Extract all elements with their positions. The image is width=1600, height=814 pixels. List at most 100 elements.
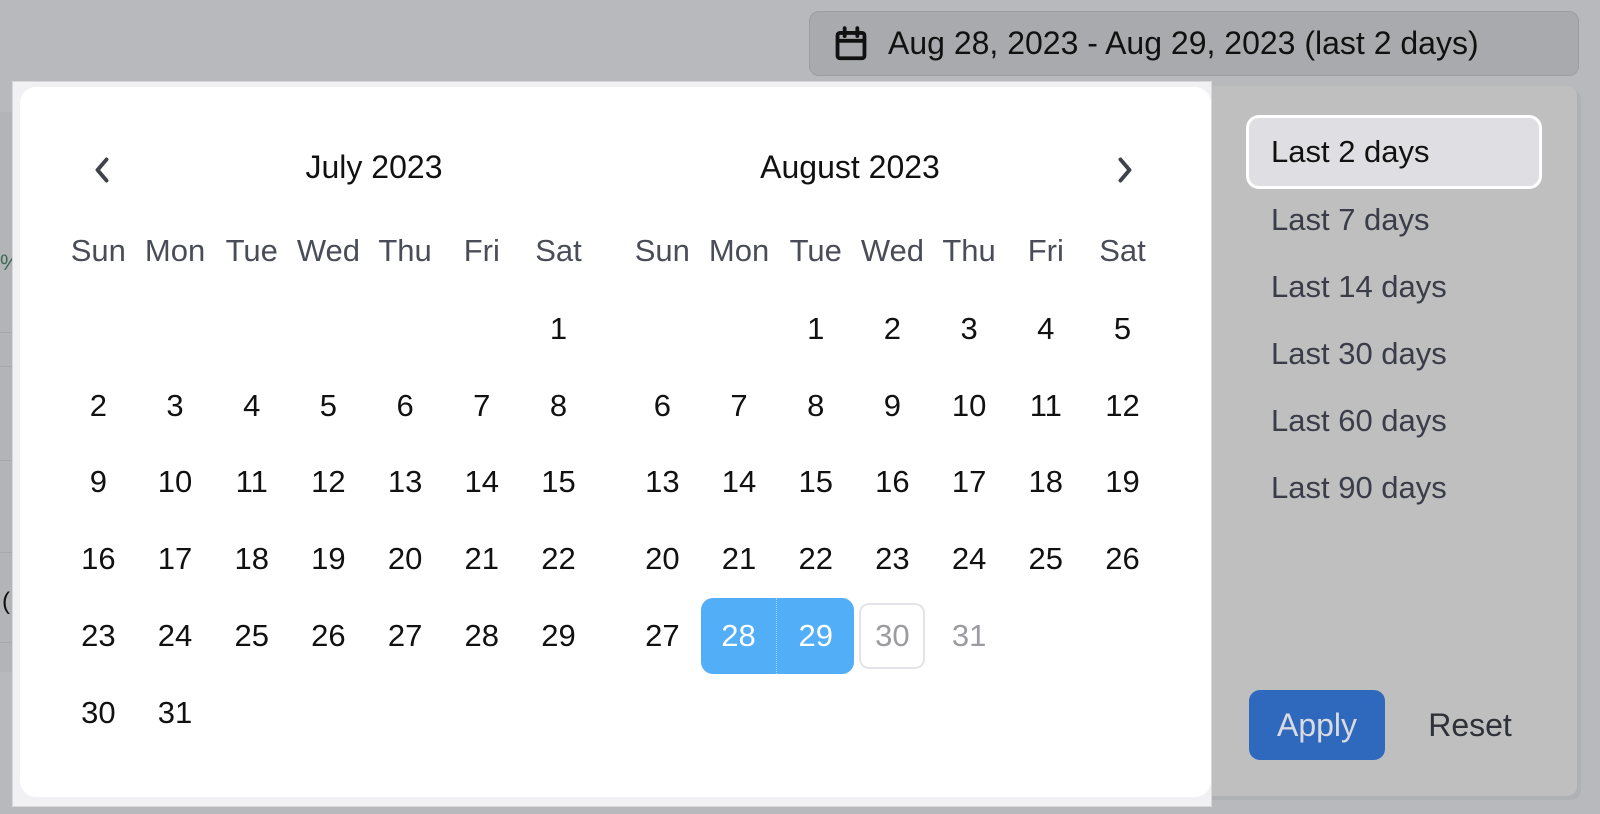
day-cell[interactable]: 1 <box>520 291 597 367</box>
day-cell[interactable]: 14 <box>443 444 520 520</box>
day-cell[interactable]: 2 <box>60 368 137 444</box>
day-cell[interactable]: 23 <box>854 521 931 597</box>
day-cell[interactable]: 6 <box>624 368 701 444</box>
day-cell[interactable]: 4 <box>213 368 290 444</box>
day-cell[interactable]: 1 <box>777 291 854 367</box>
day-cell[interactable]: 14 <box>701 444 778 520</box>
day-number: 1 <box>549 311 568 346</box>
preset-last-90-days[interactable]: Last 90 days <box>1249 454 1539 522</box>
weekday-sat: Sat <box>1099 233 1146 268</box>
weekday-sun: Sun <box>70 233 126 268</box>
apply-button[interactable]: Apply <box>1249 690 1385 760</box>
day-cell[interactable]: 15 <box>777 444 854 520</box>
day-number: 23 <box>81 617 116 653</box>
weekday-sat: Sat <box>535 233 582 268</box>
day-cell[interactable]: 3 <box>931 291 1008 367</box>
day-cell[interactable]: 31 <box>137 675 214 751</box>
day-number: 18 <box>1028 464 1064 500</box>
day-number: 17 <box>951 464 987 500</box>
weekday-fri: Fri <box>463 233 500 268</box>
day-cell[interactable]: 25 <box>1007 521 1084 597</box>
preset-label: Last 7 days <box>1271 202 1430 237</box>
reset-button[interactable]: Reset <box>1410 690 1530 760</box>
preset-label: Last 2 days <box>1271 134 1430 169</box>
day-cell[interactable]: 24 <box>137 598 214 674</box>
day-cell[interactable]: 11 <box>213 444 290 520</box>
empty-day-cell <box>290 675 367 751</box>
day-cell[interactable]: 8 <box>777 368 854 444</box>
preset-last-7-days[interactable]: Last 7 days <box>1249 186 1539 254</box>
day-cell[interactable]: 7 <box>701 368 778 444</box>
day-cell[interactable]: 17 <box>931 444 1008 520</box>
day-cell[interactable]: 20 <box>624 521 701 597</box>
day-cell[interactable]: 22 <box>777 521 854 597</box>
day-cell[interactable]: 30 <box>60 675 137 751</box>
day-cell[interactable]: 27 <box>367 598 444 674</box>
day-number: 15 <box>541 464 576 500</box>
day-number: 23 <box>875 541 910 577</box>
day-cell[interactable]: 16 <box>854 444 931 520</box>
day-cell[interactable]: 10 <box>931 368 1008 444</box>
day-cell[interactable]: 15 <box>520 444 597 520</box>
day-cell[interactable]: 11 <box>1007 368 1084 444</box>
day-cell[interactable]: 6 <box>367 368 444 444</box>
preset-last-30-days[interactable]: Last 30 days <box>1249 320 1539 388</box>
day-cell[interactable]: 8 <box>520 368 597 444</box>
day-cell[interactable]: 16 <box>60 521 137 597</box>
weekday-sun: Sun <box>634 233 690 268</box>
day-cell-selected[interactable]: 28 <box>700 597 778 674</box>
empty-day-cell <box>290 291 367 367</box>
day-number: 27 <box>387 617 423 653</box>
day-cell[interactable]: 26 <box>290 598 367 674</box>
weekday-wed: Wed <box>296 233 360 268</box>
day-cell[interactable]: 29 <box>520 598 597 674</box>
weekday-wed: Wed <box>860 233 924 268</box>
day-cell[interactable]: 4 <box>1007 291 1084 367</box>
day-cell[interactable]: 10 <box>137 444 214 520</box>
day-cell[interactable]: 21 <box>443 521 520 597</box>
preset-last-14-days[interactable]: Last 14 days <box>1249 253 1539 321</box>
day-cell[interactable]: 21 <box>701 521 778 597</box>
date-range-label: Aug 28, 2023 - Aug 29, 2023 (last 2 days… <box>888 25 1479 61</box>
day-cell[interactable]: 7 <box>443 368 520 444</box>
day-cell[interactable]: 23 <box>60 598 137 674</box>
day-cell[interactable]: 18 <box>213 521 290 597</box>
month-title-august: August 2023 <box>760 149 940 185</box>
empty-day-cell <box>443 675 520 751</box>
day-cell[interactable]: 27 <box>624 598 701 674</box>
date-range-trigger[interactable]: Aug 28, 2023 - Aug 29, 2023 (last 2 days… <box>809 11 1579 76</box>
day-cell[interactable]: 12 <box>290 444 367 520</box>
day-cell[interactable]: 2 <box>854 291 931 367</box>
day-cell[interactable]: 24 <box>931 521 1008 597</box>
empty-day-cell <box>1084 598 1161 674</box>
day-number: 14 <box>464 464 500 500</box>
day-cell[interactable]: 20 <box>367 521 444 597</box>
day-cell[interactable]: 19 <box>1084 444 1161 520</box>
day-cell[interactable]: 12 <box>1084 368 1161 444</box>
preset-last-2-days[interactable]: Last 2 days <box>1249 118 1539 186</box>
day-cell[interactable]: 3 <box>137 368 214 444</box>
day-cell[interactable]: 9 <box>60 444 137 520</box>
day-number: 2 <box>883 311 902 346</box>
day-cell[interactable]: 5 <box>1084 291 1161 367</box>
day-cell[interactable]: 25 <box>213 598 290 674</box>
empty-day-cell <box>367 291 444 367</box>
preset-last-60-days[interactable]: Last 60 days <box>1249 387 1539 455</box>
day-cell[interactable]: 5 <box>290 368 367 444</box>
day-cell[interactable]: 22 <box>520 521 597 597</box>
day-cell[interactable]: 18 <box>1007 444 1084 520</box>
day-number: 16 <box>81 541 116 577</box>
week-row: 2 3 4 5 6 7 8 <box>60 368 597 444</box>
day-number: 20 <box>645 541 680 577</box>
day-cell[interactable]: 9 <box>854 368 931 444</box>
day-cell[interactable]: 13 <box>624 444 701 520</box>
empty-day-cell <box>213 291 290 367</box>
day-cell[interactable]: 26 <box>1084 521 1161 597</box>
day-cell[interactable]: 17 <box>137 521 214 597</box>
day-cell[interactable]: 13 <box>367 444 444 520</box>
day-cell[interactable]: 28 <box>443 598 520 674</box>
week-row: 9 10 11 12 13 14 15 <box>60 444 597 520</box>
weekday-header-row: Sun Mon Tue Wed Thu Fri Sat <box>60 233 597 269</box>
day-cell-selected[interactable]: 29 <box>777 597 855 674</box>
day-cell[interactable]: 19 <box>290 521 367 597</box>
